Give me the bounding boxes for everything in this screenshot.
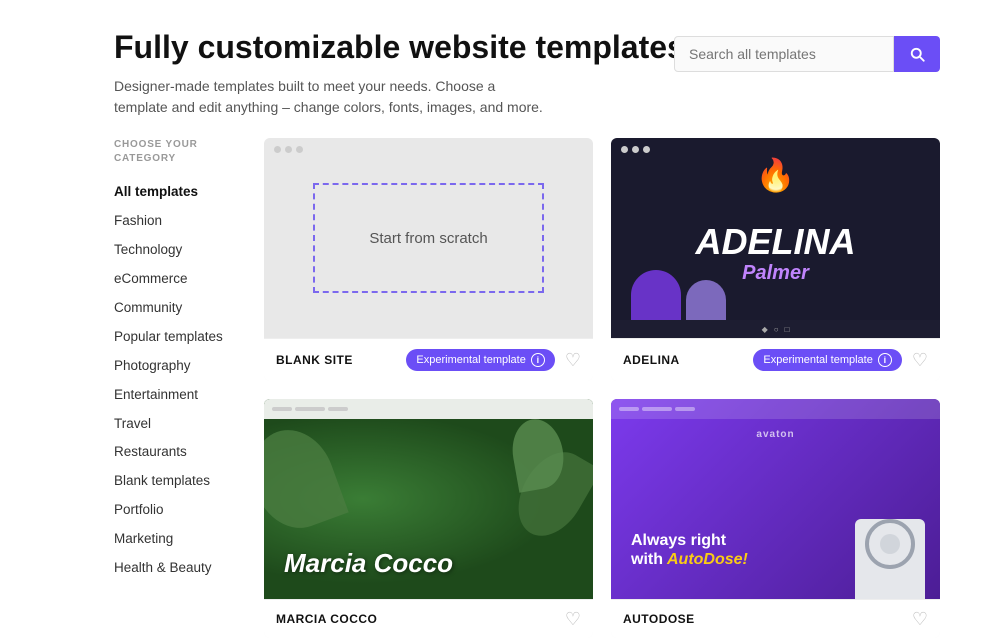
card-dots-adelina [621, 146, 650, 153]
card-title-adelina: ADELINA [623, 353, 680, 367]
adelina-fire-emoji: 🔥 [611, 156, 940, 194]
favorite-button-blank-site[interactable]: ♡ [565, 351, 581, 369]
social-link: □ [785, 325, 790, 334]
sidebar-item-portfolio[interactable]: Portfolio [114, 496, 234, 525]
autodose-topbar [611, 399, 940, 419]
sidebar-item-photography[interactable]: Photography [114, 352, 234, 381]
blank-site-dashed-box: Start from scratch [313, 183, 543, 293]
autodose-brand-name: AutoDose! [667, 551, 748, 569]
favorite-button-adelina[interactable]: ♡ [912, 351, 928, 369]
experimental-badge-blank-site: Experimental template i [406, 349, 554, 371]
card-bottom-marcia: MARCIA COCCO ♡ [264, 599, 593, 638]
sidebar-item-travel[interactable]: Travel [114, 410, 234, 439]
sidebar-item-community[interactable]: Community [114, 294, 234, 323]
card-bottom-autodose: AUTODOSE ♡ [611, 599, 940, 638]
template-card-autodose[interactable]: avaton Always right with AutoDose! [611, 399, 940, 638]
template-card-blank-site[interactable]: Start from scratch BLANK SITE Experiment… [264, 138, 593, 381]
sidebar-item-restaurants[interactable]: Restaurants [114, 438, 234, 467]
badge-info-icon[interactable]: i [531, 353, 545, 367]
card-bottom-blank-site: BLANK SITE Experimental template i ♡ [264, 338, 593, 381]
adelina-footer: ◆ ○ □ [611, 320, 940, 338]
sidebar-item-entertainment[interactable]: Entertainment [114, 381, 234, 410]
favorite-button-marcia[interactable]: ♡ [565, 610, 581, 628]
badge-info-icon-adelina[interactable]: i [878, 353, 892, 367]
nav-item [642, 407, 672, 411]
search-icon [908, 45, 926, 63]
sidebar-item-popular-templates[interactable]: Popular templates [114, 323, 234, 352]
template-image-marcia: Marcia Cocco [264, 399, 593, 599]
adelina-title: ADELINA [696, 222, 856, 262]
templates-grid: Start from scratch BLANK SITE Experiment… [264, 138, 940, 638]
experimental-badge-adelina: Experimental template i [753, 349, 901, 371]
sidebar-item-all-templates[interactable]: All templates [114, 178, 234, 207]
machine-drum [865, 519, 915, 569]
marcia-name-text: Marcia Cocco [284, 548, 453, 579]
nav-item [675, 407, 695, 411]
favorite-button-autodose[interactable]: ♡ [912, 610, 928, 628]
card-actions-autodose: ♡ [912, 610, 928, 628]
sidebar-item-health-beauty[interactable]: Health & Beauty [114, 554, 234, 583]
machine-drum-inner [880, 534, 900, 554]
template-card-marcia[interactable]: Marcia Cocco MARCIA COCCO ♡ [264, 399, 593, 638]
nav-item [295, 407, 325, 411]
marcia-name-overlay: Marcia Cocco [284, 548, 453, 579]
card-title-blank-site: BLANK SITE [276, 353, 353, 367]
card-bottom-adelina: ADELINA Experimental template i ♡ [611, 338, 940, 381]
search-bar [674, 36, 940, 72]
card-title-autodose: AUTODOSE [623, 612, 695, 626]
autodose-machine [855, 511, 925, 599]
autodose-line2-wrap: with AutoDose! [631, 550, 748, 569]
search-button[interactable] [894, 36, 940, 72]
template-image-blank-site: Start from scratch [264, 138, 593, 338]
social-link: ◆ [762, 325, 768, 334]
card-dots [274, 146, 303, 153]
page-subtitle: Designer-made templates built to meet yo… [114, 76, 544, 118]
template-image-autodose: avaton Always right with AutoDose! [611, 399, 940, 599]
category-label: CHOOSE YOUR CATEGORY [114, 138, 234, 166]
sidebar: CHOOSE YOUR CATEGORY All templates Fashi… [114, 138, 234, 638]
template-card-adelina[interactable]: 🔥 ADELINA Palmer ◆ ○ [611, 138, 940, 381]
sidebar-item-fashion[interactable]: Fashion [114, 207, 234, 236]
autodose-text-block: Always right with AutoDose! [631, 531, 748, 569]
nav-item [619, 407, 639, 411]
nav-item [272, 407, 292, 411]
social-link: ○ [774, 325, 779, 334]
sidebar-item-blank-templates[interactable]: Blank templates [114, 467, 234, 496]
marcia-topbar [264, 399, 593, 419]
adelina-text-block: ADELINA Palmer [696, 222, 856, 285]
sidebar-item-ecommerce[interactable]: eCommerce [114, 265, 234, 294]
avaton-label: avaton [756, 429, 794, 440]
card-actions-adelina: Experimental template i ♡ [753, 349, 928, 371]
badge-label-blank-site: Experimental template [416, 354, 525, 366]
adelina-subtitle: Palmer [696, 262, 856, 285]
badge-label-adelina: Experimental template [763, 354, 872, 366]
blank-site-label: Start from scratch [369, 230, 487, 247]
search-input[interactable] [674, 36, 894, 72]
nav-item [328, 407, 348, 411]
autodose-with-text: with [631, 550, 663, 569]
sidebar-items: All templates Fashion Technology eCommer… [114, 178, 234, 582]
card-actions-blank-site: Experimental template i ♡ [406, 349, 581, 371]
autodose-line1: Always right [631, 531, 748, 550]
sidebar-item-marketing[interactable]: Marketing [114, 525, 234, 554]
card-actions-marcia: ♡ [565, 610, 581, 628]
card-title-marcia: MARCIA COCCO [276, 612, 377, 626]
sidebar-item-technology[interactable]: Technology [114, 236, 234, 265]
template-image-adelina: 🔥 ADELINA Palmer ◆ ○ [611, 138, 940, 338]
